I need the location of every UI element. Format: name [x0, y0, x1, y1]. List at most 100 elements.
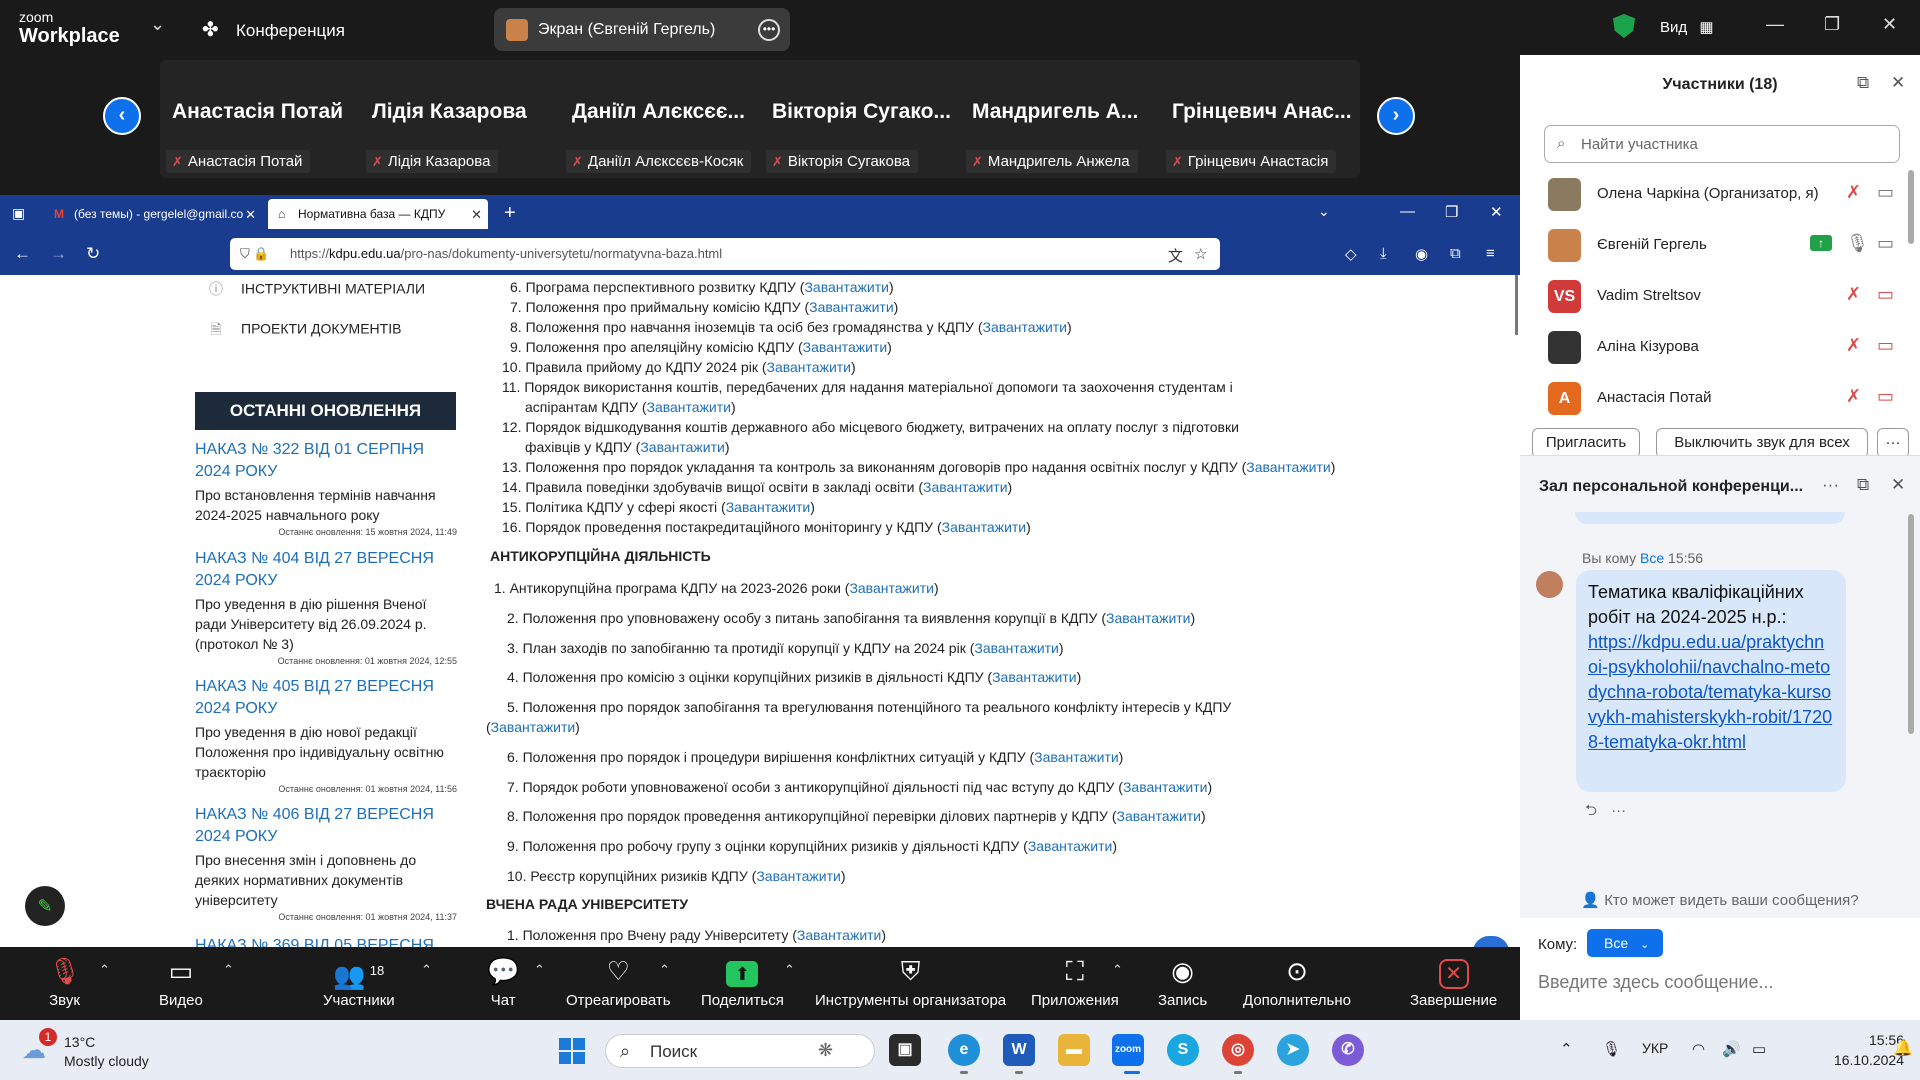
- chat-message-input[interactable]: Введите здесь сообщение...: [1538, 972, 1774, 993]
- download-link[interactable]: Завантажити: [646, 399, 731, 415]
- chevron-up-icon[interactable]: ⌃: [534, 962, 545, 978]
- react-button[interactable]: ♡ Отреагировать: [566, 957, 671, 1009]
- download-link[interactable]: Завантажити: [726, 499, 811, 515]
- meta-recipient[interactable]: Все: [1640, 550, 1664, 566]
- participant-row[interactable]: VS Vadim Streltsov ✗ ▭: [1520, 270, 1915, 320]
- chrome-icon[interactable]: ◎: [1222, 1034, 1254, 1066]
- record-button[interactable]: ◉ Запись: [1158, 957, 1207, 1009]
- update-title-link[interactable]: НАКАЗ № 322 ВІД 01 СЕРПНЯ 2024 РОКУ: [195, 439, 457, 483]
- edit-pencil-button[interactable]: ✎: [25, 886, 65, 926]
- menu-item-instructive[interactable]: ⓘ ІНСТРУКТИВНІ МАТЕРІАЛИ: [205, 279, 425, 301]
- chat-scrollbar[interactable]: [1908, 514, 1914, 734]
- edge-icon[interactable]: e: [948, 1034, 980, 1066]
- close-icon[interactable]: ✕: [471, 207, 482, 223]
- download-link[interactable]: Завантажити: [923, 479, 1008, 495]
- download-link[interactable]: Завантажити: [992, 669, 1077, 685]
- bookmark-star-icon[interactable]: ☆: [1194, 245, 1207, 263]
- extensions-icon[interactable]: ⧉: [1450, 245, 1461, 262]
- update-title-link[interactable]: НАКАЗ № 369 ВІД 05 ВЕРЕСНЯ: [195, 937, 434, 947]
- download-link[interactable]: Завантажити: [491, 719, 576, 735]
- download-link[interactable]: Завантажити: [640, 439, 725, 455]
- participant-row[interactable]: А Анастасія Потай ✗ ▭: [1520, 372, 1915, 422]
- tab-gmail[interactable]: M (без темы) - gergelel@gmail.co ✕: [40, 199, 262, 229]
- translate-icon[interactable]: 文: [1168, 245, 1183, 266]
- download-link[interactable]: Завантажити: [797, 927, 882, 943]
- back-icon[interactable]: ←: [14, 244, 31, 264]
- close-icon[interactable]: ✕: [1891, 73, 1905, 93]
- language-indicator[interactable]: УКР: [1642, 1040, 1668, 1056]
- video-button[interactable]: ▭ Видео: [159, 957, 203, 1009]
- participants-button[interactable]: 👥 18 Участники: [323, 957, 395, 1009]
- download-link[interactable]: Завантажити: [803, 339, 888, 355]
- battery-icon[interactable]: ▭: [1752, 1040, 1766, 1058]
- download-link[interactable]: Завантажити: [809, 299, 894, 315]
- forward-icon[interactable]: →: [50, 244, 67, 264]
- word-icon[interactable]: W: [1003, 1034, 1035, 1066]
- restore-icon[interactable]: ❐: [1445, 203, 1458, 221]
- mic-muted-icon[interactable]: ✗: [1846, 335, 1861, 356]
- download-link[interactable]: Завантажити: [1034, 749, 1119, 765]
- viber-icon[interactable]: ✆: [1332, 1034, 1364, 1066]
- reload-icon[interactable]: ↻: [86, 244, 100, 264]
- page-scrollbar[interactable]: [1515, 275, 1518, 335]
- more-icon[interactable]: ···: [1877, 428, 1909, 458]
- gallery-prev-button[interactable]: ‹: [103, 97, 141, 135]
- chevron-up-icon[interactable]: ⌃: [99, 962, 110, 978]
- chevron-up-icon[interactable]: ⌃: [1560, 1040, 1573, 1058]
- notification-bell-icon[interactable]: 🔔: [1893, 1038, 1913, 1058]
- video-tile[interactable]: Лідія Казарова ✗ Лідія Казарова: [360, 60, 560, 178]
- download-link[interactable]: Завантажити: [1028, 838, 1113, 854]
- download-link[interactable]: Завантажити: [942, 519, 1027, 535]
- participants-scrollbar[interactable]: [1908, 170, 1914, 244]
- apps-button[interactable]: ⛶ Приложения: [1031, 957, 1119, 1009]
- account-icon[interactable]: ◉: [1415, 245, 1428, 263]
- camera-off-icon[interactable]: ▭: [1877, 284, 1894, 305]
- mute-all-button[interactable]: Выключить звук для всех: [1656, 428, 1868, 458]
- restore-icon[interactable]: ❐: [1824, 14, 1840, 35]
- file-explorer-icon[interactable]: ▬: [1058, 1034, 1090, 1066]
- meeting-info-button[interactable]: ✤ Конференция: [202, 17, 345, 42]
- camera-off-icon[interactable]: ▭: [1877, 386, 1894, 407]
- chevron-up-icon[interactable]: ⌃: [659, 962, 670, 978]
- download-link[interactable]: Завантажити: [804, 279, 889, 295]
- skype-icon[interactable]: S: [1167, 1034, 1199, 1066]
- close-icon[interactable]: ✕: [1882, 14, 1897, 35]
- more-icon[interactable]: ···: [1822, 475, 1839, 495]
- camera-icon[interactable]: ▭: [1877, 182, 1894, 203]
- download-link[interactable]: Завантажити: [767, 359, 852, 375]
- mic-muted-icon[interactable]: ✗: [1846, 386, 1861, 407]
- video-tile[interactable]: Даніїл Алєксєє... ✗ Даніїл Алєксєєв-Косяк: [560, 60, 760, 178]
- download-link[interactable]: Завантажити: [983, 319, 1068, 335]
- update-title-link[interactable]: НАКАЗ № 405 ВІД 27 ВЕРЕСНЯ 2024 РОКУ: [195, 676, 457, 720]
- mic-icon[interactable]: 🎙: [1602, 1040, 1621, 1058]
- pocket-icon[interactable]: ◇: [1345, 245, 1357, 263]
- who-can-see-link[interactable]: 👤 Кто может видеть ваши сообщения?: [1520, 884, 1920, 918]
- zoom-app-icon[interactable]: zoom: [1112, 1034, 1144, 1066]
- pop-out-icon[interactable]: ⧉: [1857, 475, 1869, 495]
- end-meeting-button[interactable]: ✕ Завершение: [1410, 957, 1497, 1009]
- telegram-icon[interactable]: ➤: [1277, 1034, 1309, 1066]
- minimize-icon[interactable]: —: [1766, 14, 1784, 35]
- scroll-to-top-button[interactable]: [1473, 936, 1509, 947]
- participant-row[interactable]: Олена Чаркіна (Организатор, я) ✗ ▭: [1520, 168, 1915, 218]
- new-tab-icon[interactable]: +: [504, 202, 516, 225]
- audio-button[interactable]: 🎙 Звук: [48, 957, 81, 1009]
- task-view-icon[interactable]: ▣: [889, 1034, 921, 1066]
- chevron-up-icon[interactable]: ⌃: [784, 962, 795, 978]
- chat-button[interactable]: 💬 Чат: [487, 957, 519, 1009]
- participant-row[interactable]: Аліна Кізурова ✗ ▭: [1520, 321, 1915, 371]
- video-tile[interactable]: Мандригель А... ✗ Мандригель Анжела: [960, 60, 1160, 178]
- participant-search-input[interactable]: ⌕ Найти участника: [1544, 125, 1900, 163]
- reply-icon[interactable]: ⮌: [1585, 802, 1597, 819]
- participant-row[interactable]: Євгеній Гергель ↑ 🎙 ▭: [1520, 219, 1915, 269]
- mic-icon[interactable]: 🎙: [1846, 233, 1869, 254]
- download-icon[interactable]: ⤓: [1380, 245, 1387, 262]
- download-link[interactable]: Завантажити: [1117, 808, 1202, 824]
- close-icon[interactable]: ✕: [1490, 203, 1503, 221]
- mic-muted-icon[interactable]: ✗: [1846, 284, 1861, 305]
- update-title-link[interactable]: НАКАЗ № 406 ВІД 27 ВЕРЕСНЯ 2024 РОКУ: [195, 804, 457, 848]
- address-bar[interactable]: ⛉ 🔒 https://kdpu.edu.ua/pro-nas/dokument…: [230, 238, 1220, 270]
- recipient-select[interactable]: Все ⌄: [1587, 929, 1663, 957]
- wifi-icon[interactable]: ◠: [1692, 1040, 1705, 1058]
- download-link[interactable]: Завантажити: [1106, 610, 1191, 626]
